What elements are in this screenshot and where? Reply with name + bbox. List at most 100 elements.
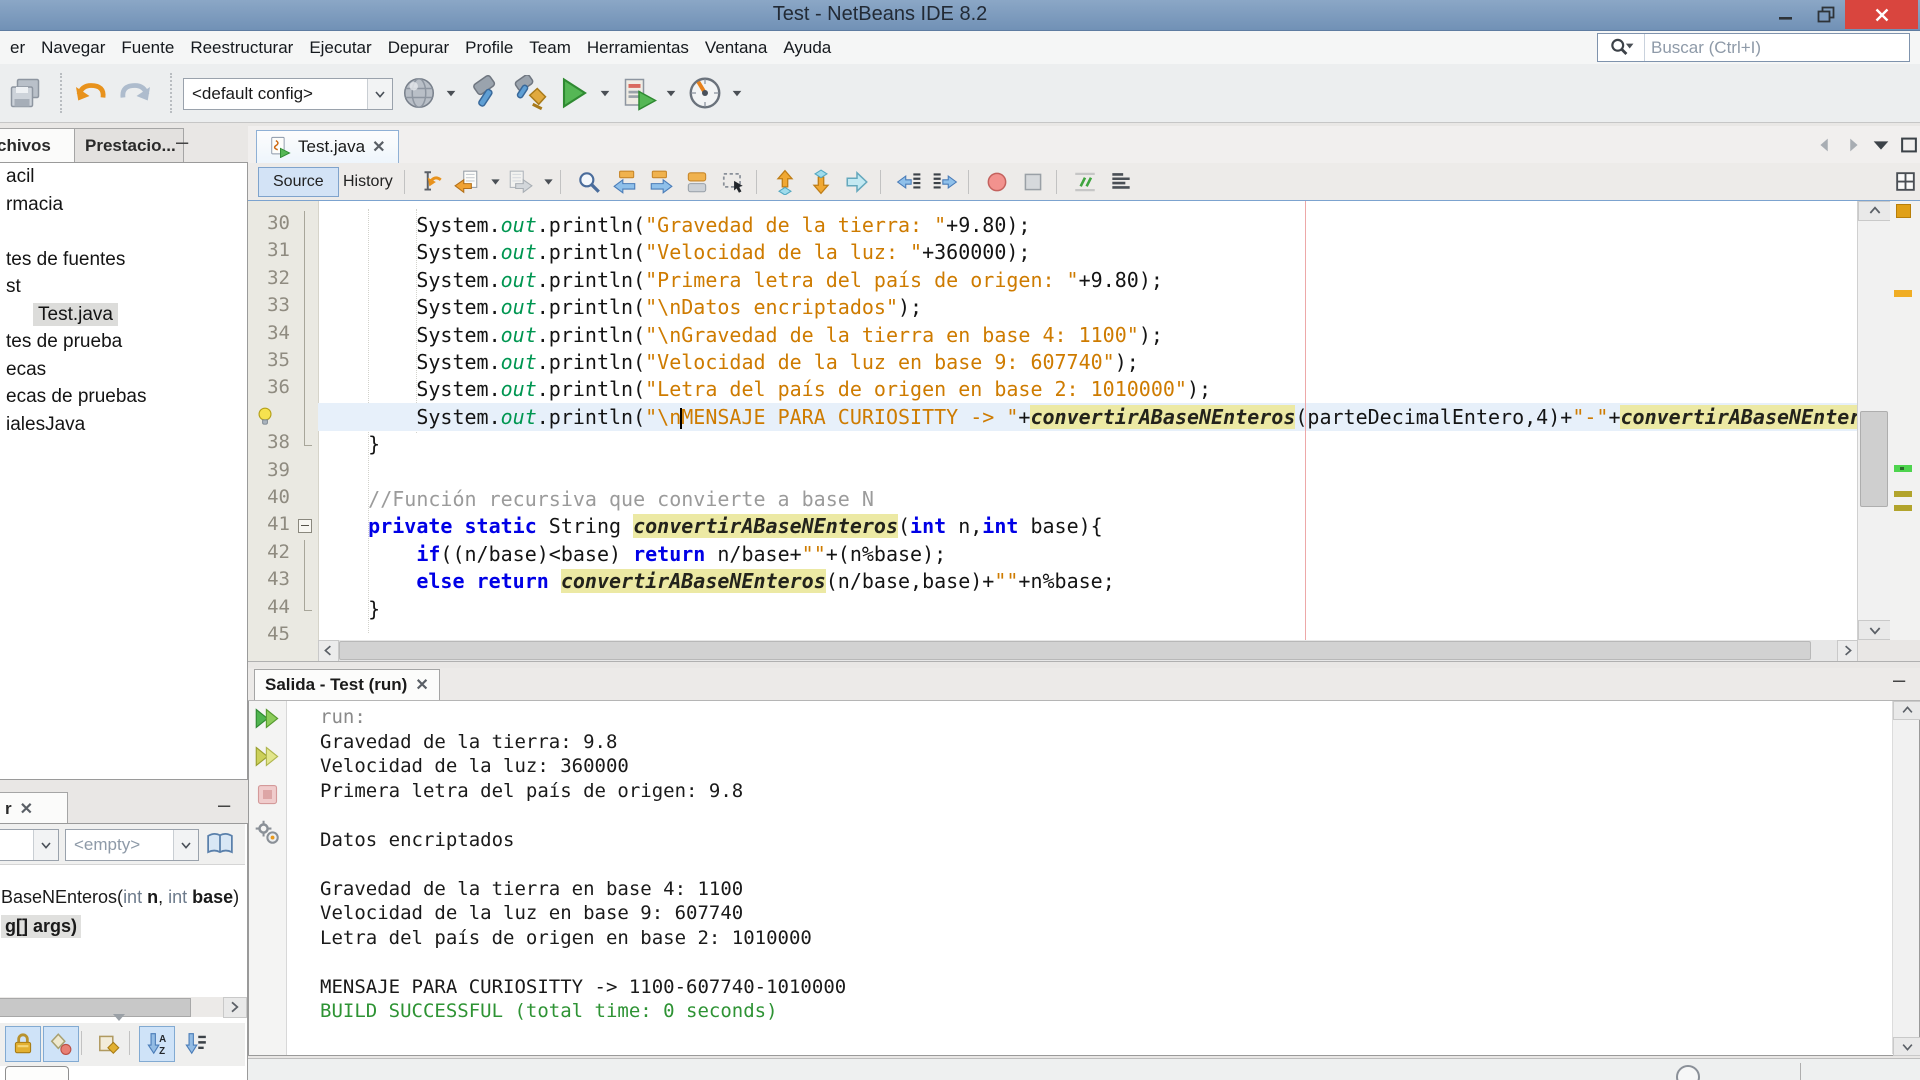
last-edit-icon[interactable]: [418, 169, 444, 195]
tree-item-rmacia[interactable]: rmacia: [1, 194, 68, 216]
globe-icon[interactable]: [401, 75, 437, 111]
config-combo[interactable]: <default config>: [183, 78, 393, 110]
splitter-grip-icon[interactable]: [113, 1014, 125, 1021]
build-icon[interactable]: [467, 75, 503, 111]
scroll-tabs-right-icon[interactable]: [1842, 134, 1864, 156]
tab-navigator[interactable]: r ✕: [0, 792, 68, 824]
dropdown-arrow-icon[interactable]: [490, 169, 501, 194]
code-line-35[interactable]: 35 System.out.println("Velocidad de la l…: [248, 348, 1857, 376]
javadoc-book-icon[interactable]: [205, 829, 235, 859]
dropdown-arrow-icon[interactable]: [445, 80, 457, 106]
code-line-42[interactable]: 42 if((n/base)<base) return n/base+""+(n…: [248, 539, 1857, 568]
menu-profile[interactable]: Profile: [457, 31, 521, 64]
editor-hscroll-thumb[interactable]: [339, 641, 1811, 660]
menu-ventana[interactable]: Ventana: [697, 31, 775, 64]
code-line-40[interactable]: 40 //Función recursiva que convierte a b…: [248, 485, 1857, 513]
tree-item-tes-de-prueba[interactable]: tes de prueba: [1, 331, 127, 353]
history-view-button[interactable]: History: [328, 167, 408, 197]
stop-macro-icon[interactable]: [1020, 169, 1046, 195]
code-editor[interactable]: 30 System.out.println("Gravedad de la ti…: [248, 201, 1857, 640]
move-down-icon[interactable]: [808, 169, 834, 195]
navigator-filter-combo[interactable]: <empty>: [65, 829, 199, 861]
search-input[interactable]: [1645, 37, 1909, 58]
save-all-icon[interactable]: [7, 75, 43, 111]
source-view-button[interactable]: Source: [258, 167, 339, 197]
rect-select-icon[interactable]: [720, 169, 746, 195]
code-line-39[interactable]: 39: [248, 458, 1857, 486]
uncomment-icon[interactable]: [1108, 169, 1134, 195]
code-line-43[interactable]: 43 else return convertirABaseNEnteros(n/…: [248, 567, 1857, 596]
file-tree-panel[interactable]: acil rmacia tes de fuentes st Test.java tes d…: [0, 162, 248, 780]
output-tab[interactable]: Salida - Test (run) ✕: [254, 669, 440, 700]
minimize-button[interactable]: [1765, 0, 1807, 29]
menu-herramientas[interactable]: Herramientas: [579, 31, 697, 64]
editor-vscrollbar[interactable]: [1857, 201, 1892, 640]
code-line-41[interactable]: 41 private static String convertirABaseN…: [248, 512, 1857, 540]
menu-reestructurar[interactable]: Reestructurar: [182, 31, 301, 64]
editor-tab-close-icon[interactable]: ✕: [372, 137, 385, 157]
search-scope-button[interactable]: [1598, 34, 1645, 61]
move-up-icon[interactable]: [772, 169, 798, 195]
menu-navegar[interactable]: Navegar: [33, 31, 113, 64]
shift-right-icon[interactable]: [932, 169, 958, 195]
run-settings-icon[interactable]: [254, 819, 281, 846]
dropdown-arrow-icon[interactable]: [543, 169, 554, 194]
code-line-34[interactable]: 34 System.out.println("\nGravedad de la …: [248, 320, 1857, 349]
menu-er[interactable]: er: [2, 31, 33, 64]
navigator-member[interactable]: BaseNEnteros(int n, int base) : St: [1, 887, 245, 908]
scroll-left-button[interactable]: [318, 640, 339, 662]
navigator-view-combo[interactable]: [0, 829, 59, 861]
toggle-highlight-icon[interactable]: [684, 169, 710, 195]
filter-sort-source-button[interactable]: [177, 1026, 213, 1062]
code-line-37[interactable]: System.out.println("\nMENSAJE PARA CURIO…: [248, 402, 1857, 431]
scroll-tabs-left-icon[interactable]: [1814, 134, 1836, 156]
code-line-44[interactable]: 44 }: [248, 594, 1857, 623]
output-tab-close-icon[interactable]: ✕: [415, 675, 428, 695]
navigator-scroll-right-button[interactable]: [223, 997, 247, 1018]
code-line-38[interactable]: 38 }: [248, 430, 1857, 458]
tree-item-tes-de-fuentes[interactable]: tes de fuentes: [1, 249, 130, 271]
menu-fuente[interactable]: Fuente: [113, 31, 182, 64]
nav-back-icon[interactable]: [454, 169, 480, 195]
dropdown-arrow-icon[interactable]: [731, 80, 743, 106]
output-scroll-down-button[interactable]: [1893, 1037, 1920, 1056]
tree-item-ecas-de-pruebas[interactable]: ecas de pruebas: [1, 386, 152, 408]
dropdown-arrow-icon[interactable]: [665, 80, 677, 106]
code-line-33[interactable]: 33 System.out.println("\nDatos encriptad…: [248, 293, 1857, 322]
navigator-member[interactable]: g[] args): [1, 915, 81, 938]
tree-item-ialesjava[interactable]: ialesJava: [1, 414, 90, 436]
shift-left-icon[interactable]: [896, 169, 922, 195]
code-line-36[interactable]: 36 System.out.println("Letra del país de…: [248, 375, 1857, 404]
clean-build-icon[interactable]: [511, 75, 547, 111]
editor-vscroll-thumb[interactable]: [1860, 411, 1888, 507]
tab-list-dropdown-icon[interactable]: [1870, 134, 1892, 156]
filter-inherited-button[interactable]: [43, 1026, 79, 1062]
close-button[interactable]: [1845, 0, 1918, 29]
find-icon[interactable]: [576, 169, 602, 195]
filter-lock-button[interactable]: [5, 1026, 41, 1062]
scroll-down-button[interactable]: [1858, 620, 1892, 640]
split-document-icon[interactable]: [1893, 169, 1918, 194]
next-occurrence-icon[interactable]: [648, 169, 674, 195]
fold-margin[interactable]: [294, 512, 316, 540]
tree-item-test-java[interactable]: Test.java: [33, 302, 118, 326]
record-macro-icon[interactable]: [984, 169, 1010, 195]
output-vscrollbar[interactable]: [1892, 701, 1920, 1056]
menu-ejecutar[interactable]: Ejecutar: [301, 31, 379, 64]
debug-icon[interactable]: [621, 75, 657, 111]
search-box[interactable]: [1597, 33, 1910, 62]
nav-forward-icon[interactable]: [507, 169, 533, 195]
filter-sort-alpha-button[interactable]: AZ: [139, 1026, 175, 1062]
restore-button[interactable]: [1807, 0, 1845, 29]
editor-hscrollbar[interactable]: [318, 640, 1858, 662]
scroll-right-button[interactable]: [1837, 640, 1858, 662]
output-scroll-up-button[interactable]: [1893, 701, 1920, 720]
menu-team[interactable]: Team: [521, 31, 579, 64]
profile-icon[interactable]: [687, 75, 723, 111]
output-minimize-button[interactable]: –: [1893, 669, 1905, 691]
code-line-45[interactable]: 45: [248, 622, 1857, 640]
hint-lightbulb-icon[interactable]: [254, 405, 277, 428]
navigator-close-icon[interactable]: ✕: [20, 799, 33, 819]
tree-item-ecas[interactable]: ecas: [1, 359, 51, 381]
next-bookmark-icon[interactable]: [844, 169, 870, 195]
